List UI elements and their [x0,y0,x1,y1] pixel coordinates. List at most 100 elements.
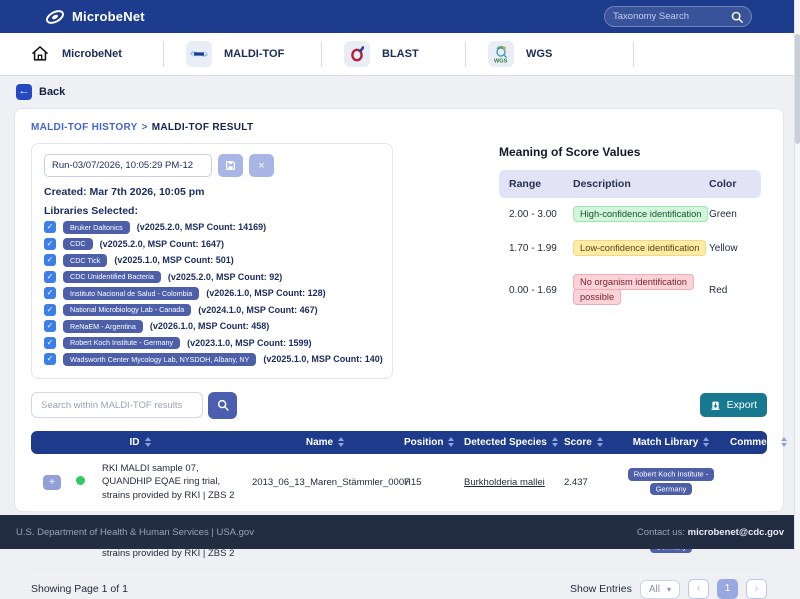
taxonomy-search-input[interactable] [613,11,731,22]
back-button[interactable]: ← Back [16,84,65,100]
checkbox-checked-icon[interactable]: ✓ [44,320,56,332]
score-meaning-panel: Meaning of Score Values Range Descriptio… [499,143,761,379]
nav-label-blast: BLAST [382,48,419,60]
checkbox-checked-icon[interactable]: ✓ [44,271,56,283]
export-label: Export [727,399,757,411]
library-badge: Bruker Daltonics [63,221,130,234]
status-dot-green [76,476,85,485]
home-icon [30,44,50,64]
score-color: Green [709,209,751,220]
entries-select[interactable]: All ▾ [640,580,680,599]
sort-icon[interactable] [448,437,454,447]
show-entries-label: Show Entries [570,583,632,595]
maldi-result-card: MALDI-TOF HISTORY>MALDI-TOF RESULT × Cre… [14,108,784,512]
back-arrow-icon: ← [16,84,32,100]
maldi-tof-icon [186,41,212,67]
breadcrumb-history-link[interactable]: MALDI-TOF HISTORY [31,122,138,133]
score-range: 1.70 - 1.99 [509,241,573,256]
score-col-range: Range [509,178,573,190]
prev-page-button[interactable]: ‹ [688,579,709,599]
score-meaning-title: Meaning of Score Values [499,145,761,159]
sort-icon[interactable] [597,437,603,447]
scrollbar-thumb[interactable] [795,34,800,144]
export-button[interactable]: Export [700,393,767,417]
results-search-input[interactable] [31,392,203,418]
chevron-down-icon: ▾ [667,585,671,594]
nav-label-wgs: WGS [526,48,552,60]
library-item: ✓ Robert Koch Institute - Germany (v2023… [44,337,380,350]
nav-item-microbenet[interactable]: MicrobeNet [0,33,163,75]
checkbox-checked-icon[interactable]: ✓ [44,254,56,266]
checkbox-checked-icon[interactable]: ✓ [44,353,56,365]
checkbox-checked-icon[interactable]: ✓ [44,221,56,233]
library-meta: (v2026.1.0, MSP Count: 128) [206,288,325,298]
species-link[interactable]: Burkholderia mallei [464,477,545,488]
score-badge-red: No organism identification possible [573,274,694,306]
library-meta: (v2025.2.0, MSP Count: 1647) [100,239,224,249]
contact-label: Contact us: [637,527,685,538]
library-item: ✓ ReNaEM - Argentina (v2026.1.0, MSP Cou… [44,320,380,333]
cell-score: 2.437 [561,454,615,512]
col-match-library[interactable]: Match Library [615,431,727,454]
library-item: ✓ National Microbiology Lab - Canada (v2… [44,304,380,317]
library-badge: CDC Unidentified Bacteria [63,271,161,284]
results-table: ID Name Position Detected Species Score … [31,431,767,571]
checkbox-checked-icon[interactable]: ✓ [44,304,56,316]
library-meta: (v2025.1.0, MSP Count: 501) [114,255,233,265]
library-meta: (v2023.1.0, MSP Count: 1599) [187,338,311,348]
app-header: MicrobeNet [0,0,800,33]
run-created-text: Created: Mar 7th 2026, 10:05 pm [44,186,380,198]
wgs-icon: WGS [488,41,514,67]
sort-icon[interactable] [552,437,558,447]
score-badge-yellow: Low-confidence identification [573,240,706,256]
scrollbar-track[interactable] [794,0,800,549]
contact-email-link[interactable]: microbenet@cdc.gov [688,527,784,538]
score-col-color: Color [709,178,751,190]
sort-icon[interactable] [781,437,787,447]
brand-title: MicrobeNet [72,9,145,24]
nav-item-blast[interactable]: BLAST [322,33,465,75]
col-id[interactable]: ID [31,431,249,454]
col-position[interactable]: Position [401,431,461,454]
sort-icon[interactable] [145,437,151,447]
cancel-rename-button[interactable]: × [249,154,274,177]
col-detected-species[interactable]: Detected Species [461,431,561,454]
app-footer: U.S. Department of Health & Human Servic… [0,515,800,549]
svg-text:WGS: WGS [494,59,508,65]
search-icon[interactable] [731,11,743,23]
libraries-selected-label: Libraries Selected: [44,205,380,217]
page-1-button[interactable]: 1 [717,579,738,599]
entries-value: All [649,584,660,595]
library-item: ✓ Wadsworth Center Mycology Lab, NYSDOH,… [44,353,380,366]
nav-item-maldi-tof[interactable]: MALDI-TOF [164,33,321,75]
showing-page-text: Showing Page 1 of 1 [31,583,128,595]
sort-icon[interactable] [703,437,709,447]
col-score[interactable]: Score [561,431,615,454]
blast-icon [344,41,370,67]
save-icon [225,160,236,171]
back-label: Back [39,86,65,98]
breadcrumb-separator: > [142,122,148,133]
score-row-high: 2.00 - 3.00 High-confidence identificati… [499,198,761,232]
taxonomy-search-box[interactable] [604,6,752,27]
microbenet-logo-icon [44,6,66,28]
library-meta: (v2024.1.0, MSP Count: 467) [198,305,317,315]
col-comment[interactable]: Comment [727,431,767,454]
results-search-button[interactable] [208,392,237,419]
library-item: ✓ CDC Unidentified Bacteria (v2025.2.0, … [44,271,380,284]
run-info-card: × Created: Mar 7th 2026, 10:05 pm Librar… [31,143,393,379]
checkbox-checked-icon[interactable]: ✓ [44,238,56,250]
col-name[interactable]: Name [249,431,401,454]
checkbox-checked-icon[interactable]: ✓ [44,337,56,349]
run-name-input[interactable] [44,154,212,177]
score-row-none: 0.00 - 1.69 No organism identification p… [499,266,761,316]
sort-icon[interactable] [338,437,344,447]
save-run-name-button[interactable] [218,154,243,177]
close-icon: × [258,160,264,172]
expand-row-button[interactable]: + [43,475,61,490]
nav-item-wgs[interactable]: WGS WGS [466,33,633,75]
checkbox-checked-icon[interactable]: ✓ [44,287,56,299]
library-meta: (v2025.1.0, MSP Count: 140) [263,354,382,364]
next-page-button[interactable]: › [746,579,767,599]
library-badge: National Microbiology Lab - Canada [63,304,191,317]
